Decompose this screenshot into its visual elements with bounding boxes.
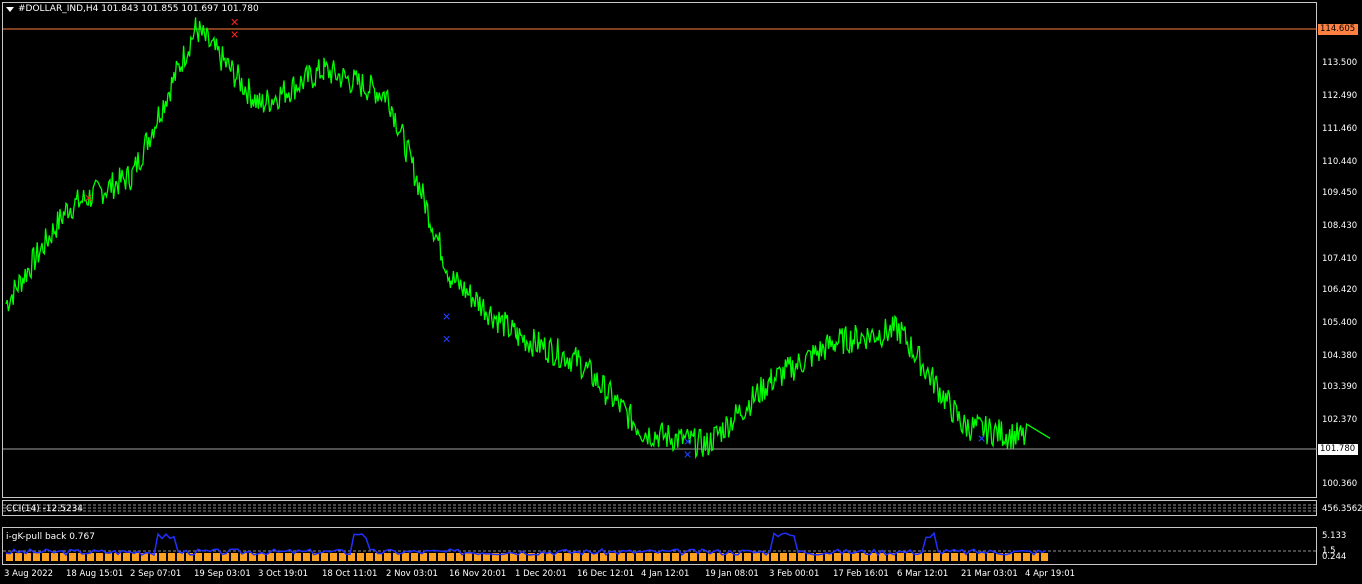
price-series <box>5 17 1051 460</box>
time-axis-label: 1 Dec 20:01 <box>515 569 567 579</box>
price-axis-label: 103.390 <box>1322 382 1358 393</box>
time-axis-label: 6 Mar 12:01 <box>897 569 949 579</box>
cci-pane[interactable] <box>2 500 1317 516</box>
igk-axis-low: 0.244 <box>1322 552 1347 562</box>
time-axis-label: 3 Oct 19:01 <box>258 569 309 579</box>
price-axis-label: 111.460 <box>1322 123 1358 134</box>
time-axis-label: 19 Sep 03:01 <box>194 569 251 579</box>
buy-signal-marker: ✕ <box>977 432 986 445</box>
time-axis-label: 19 Jan 08:01 <box>705 569 759 579</box>
cci-label: CCI(14) -12.5234 <box>6 504 84 514</box>
price-axis-label: 105.400 <box>1322 317 1358 328</box>
igk-label: i-gK-pull back 0.767 <box>6 532 95 542</box>
time-axis-label: 4 Jan 12:01 <box>641 569 690 579</box>
price-axis-label: 102.370 <box>1322 415 1358 426</box>
time-axis-label: 2 Nov 03:01 <box>386 569 438 579</box>
time-axis-label: 4 Apr 19:01 <box>1025 569 1076 579</box>
price-chart-canvas: ✕✕✕✕✕✕✕✕ <box>3 16 1317 561</box>
time-axis-label: 2 Sep 07:01 <box>130 569 182 579</box>
price-axis-label: 112.490 <box>1322 90 1358 101</box>
igk-axis-top: 5.133 <box>1322 531 1347 541</box>
signal-markers: ✕✕✕✕✕✕✕✕ <box>84 16 986 462</box>
time-axis-label: 3 Feb 00:01 <box>769 569 820 579</box>
price-axis-label: 100.360 <box>1322 479 1358 490</box>
price-axis-label: 106.420 <box>1322 285 1358 296</box>
igk-pane[interactable] <box>2 527 1317 565</box>
price-line <box>5 17 1051 460</box>
sell-signal-marker: ✕ <box>230 29 239 42</box>
time-axis-label: 17 Feb 16:01 <box>833 569 889 579</box>
buy-signal-marker: ✕ <box>683 448 692 461</box>
sell-signal-marker: ✕ <box>230 16 239 29</box>
sell-signal-marker: ✕ <box>84 192 93 205</box>
time-axis-label: 21 Mar 03:01 <box>961 569 1018 579</box>
buy-signal-marker: ✕ <box>442 333 451 346</box>
cci-axis-label: 456.3562 <box>1322 504 1362 514</box>
price-axis-label: 113.500 <box>1322 58 1358 69</box>
price-axis-label: 104.380 <box>1322 350 1358 361</box>
price-axis-label: 108.430 <box>1322 220 1358 231</box>
time-axis-label: 18 Aug 15:01 <box>66 569 124 579</box>
bid-price-label: 101.780 <box>1318 444 1358 455</box>
price-axis-label: 110.440 <box>1322 156 1358 167</box>
ask-price-label: 114.605 <box>1318 24 1358 35</box>
time-axis-label: 18 Oct 11:01 <box>322 569 378 579</box>
buy-signal-marker: ✕ <box>442 311 451 324</box>
time-axis-label: 16 Nov 20:01 <box>449 569 507 579</box>
time-axis-label: 3 Aug 2022 <box>4 569 54 579</box>
price-axis-label: 109.450 <box>1322 188 1358 199</box>
buy-signal-marker: ✕ <box>683 436 692 449</box>
time-axis-label: 16 Dec 12:01 <box>577 569 635 579</box>
price-axis-label: 107.410 <box>1322 253 1358 264</box>
